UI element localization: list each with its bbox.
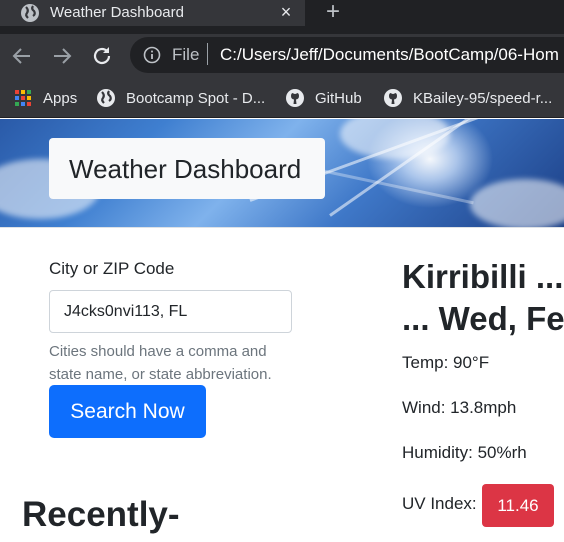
uv-index-badge: 11.46	[482, 484, 554, 527]
globe-icon	[97, 89, 115, 107]
reload-icon[interactable]	[90, 44, 114, 68]
search-help-text: Cities should have a comma and state nam…	[49, 343, 272, 383]
cloud-shape	[340, 119, 450, 159]
bookmark-label: GitHub	[315, 89, 362, 107]
url-scheme: File	[172, 45, 200, 64]
bookmarks-bar: Apps Bootcamp Spot - D... GitHub KBailey…	[0, 78, 564, 118]
tab-title: Weather Dashboard	[50, 4, 184, 21]
info-icon[interactable]	[143, 46, 161, 64]
current-city-title: Kirribilli ...	[402, 258, 564, 295]
search-now-button[interactable]: Search Now	[49, 385, 206, 438]
browser-toolbar: File C:/Users/Jeff/Documents/BootCamp/06…	[0, 34, 564, 78]
close-tab-icon[interactable]: ×	[276, 2, 296, 22]
current-date-title: ... Wed, Fe	[402, 300, 564, 337]
back-icon[interactable]	[10, 44, 34, 68]
city-search-input[interactable]	[49, 290, 292, 333]
url-text[interactable]: C:/Users/Jeff/Documents/BootCamp/06-Hom	[220, 45, 559, 65]
search-label: City or ZIP Code	[49, 259, 175, 278]
github-icon	[384, 89, 402, 107]
address-bar[interactable]: File C:/Users/Jeff/Documents/BootCamp/06…	[130, 37, 564, 73]
new-tab-button[interactable]: +	[320, 0, 346, 26]
apps-grid-icon	[15, 90, 31, 106]
header-title-card: Weather Dashboard	[49, 138, 325, 199]
cloud-shape	[470, 179, 564, 227]
globe-icon	[21, 4, 39, 22]
bookmark-label: Bootcamp Spot - D...	[126, 89, 266, 107]
page-title: Weather Dashboard	[69, 154, 302, 184]
bookmark-apps[interactable]: Apps	[13, 88, 77, 108]
humidity-value: Humidity: 50%rh	[402, 443, 527, 462]
wind-value: Wind: 13.8mph	[402, 398, 517, 417]
bookmark-label: Apps	[43, 89, 78, 107]
github-icon	[286, 89, 304, 107]
bookmark-github[interactable]: GitHub	[285, 88, 362, 108]
bookmark-label: KBailey-95/speed-r...	[413, 89, 553, 107]
recent-searches-heading: Recently-	[22, 495, 180, 534]
divider	[0, 227, 564, 228]
bookmark-bootcamp-spot[interactable]: Bootcamp Spot - D...	[96, 88, 265, 108]
forward-icon[interactable]	[50, 44, 74, 68]
browser-tab-strip: Weather Dashboard × +	[0, 0, 564, 34]
browser-tab[interactable]: Weather Dashboard ×	[0, 0, 305, 26]
omnibox-divider	[207, 43, 208, 65]
uv-index-label: UV Index:	[402, 494, 477, 513]
temperature-value: Temp: 90°F	[402, 353, 490, 372]
bookmark-speed-repo[interactable]: KBailey-95/speed-r...	[383, 88, 552, 108]
